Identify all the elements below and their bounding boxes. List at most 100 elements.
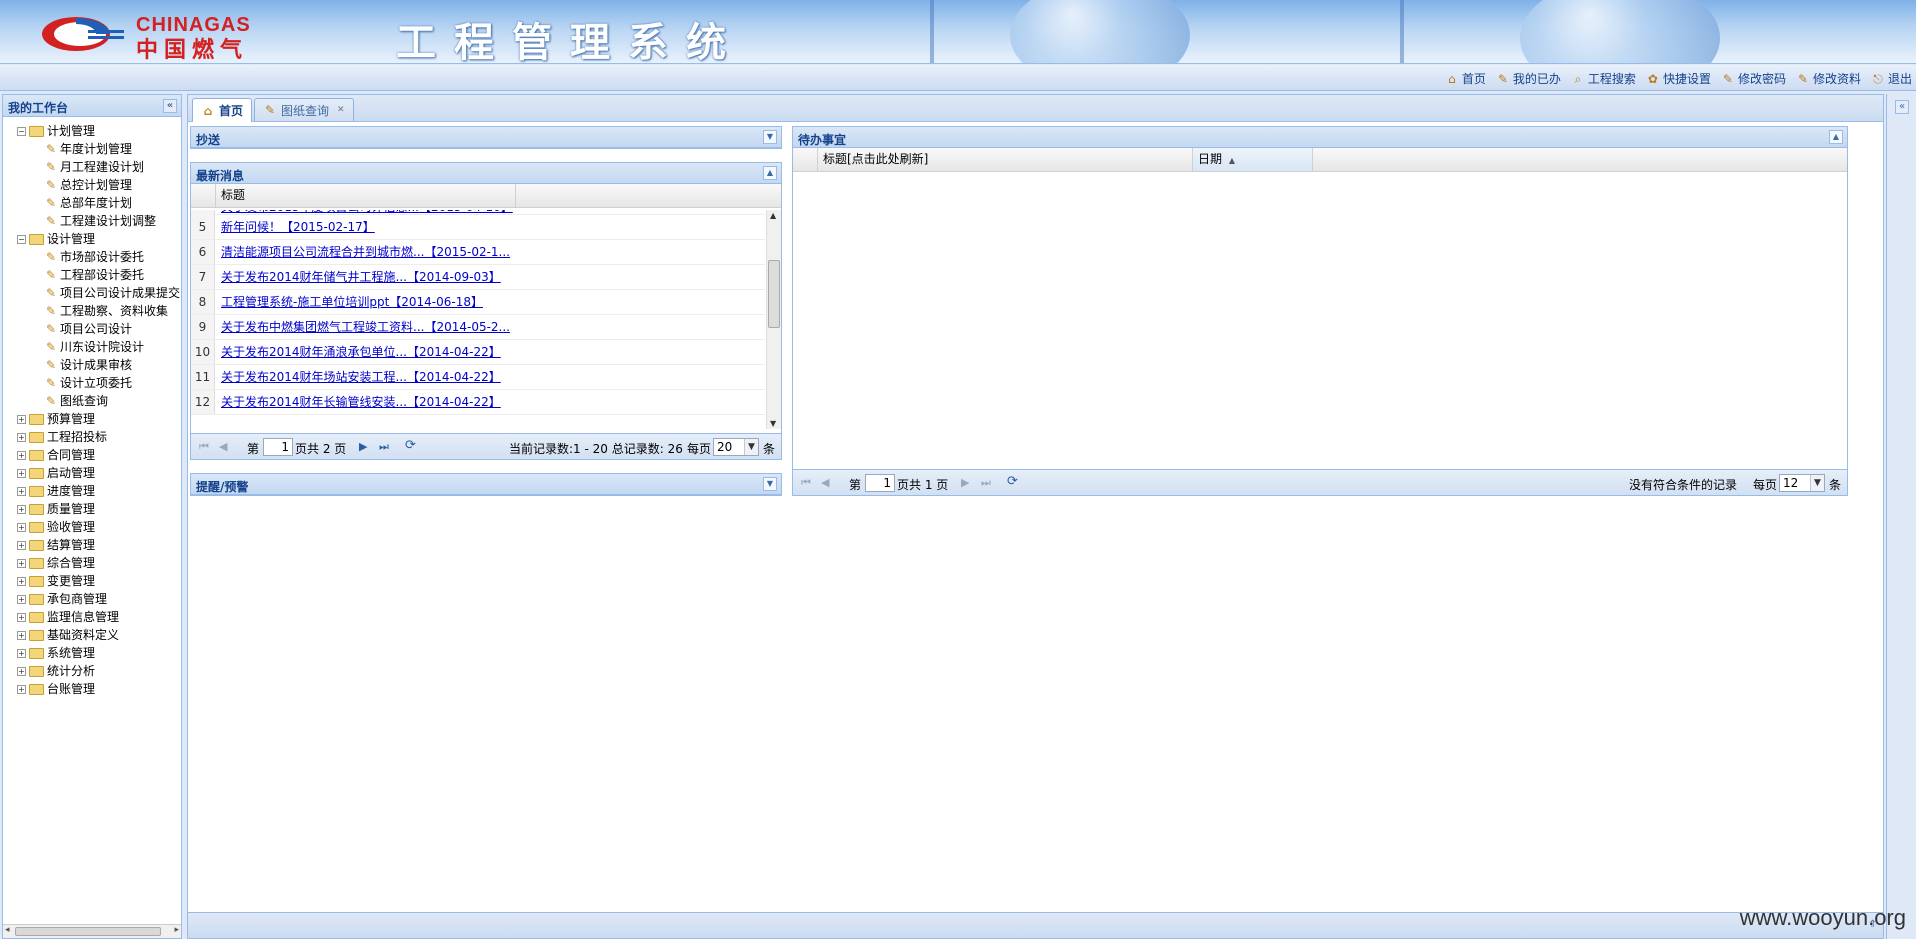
tree-node[interactable]: + 启动管理 [17, 464, 181, 482]
page-input[interactable]: 1 [263, 438, 293, 456]
news-title-link[interactable]: 关于发布中燃集团燃气工程竣工资料...【2014-05-2... [221, 315, 510, 339]
collapse-left-icon[interactable]: « [163, 99, 177, 113]
expand-node-icon[interactable]: + [17, 414, 26, 424]
tree-leaf[interactable]: ✎ 工程部设计委托 [17, 266, 181, 284]
scroll-down-icon[interactable]: ▼ [770, 419, 776, 428]
tree-node[interactable]: + 进度管理 [17, 482, 181, 500]
tree-node[interactable]: + 基础资料定义 [17, 626, 181, 644]
next-page-icon[interactable]: ▶ [961, 476, 969, 489]
last-page-icon[interactable]: ⏭ [379, 440, 389, 454]
per-page-select[interactable]: 12 ▼ [1779, 474, 1825, 492]
close-tab-icon[interactable]: ✕ [337, 105, 345, 115]
expand-icon[interactable]: ▼ [763, 477, 777, 491]
news-title-link[interactable]: 关于发布2014财年长输管线安装...【2014-04-22】 [221, 390, 501, 414]
toplink-6[interactable]: ⎋ 退出 [1871, 70, 1912, 87]
prev-page-icon[interactable]: ◀ [821, 476, 829, 489]
refresh-icon[interactable]: ⟳ [1007, 474, 1018, 489]
tree-node[interactable]: + 统计分析 [17, 662, 181, 680]
tree-node[interactable]: − 计划管理 [17, 122, 181, 140]
scroll-right-icon[interactable]: ▸ [174, 925, 179, 935]
column-date[interactable]: 日期 ▲ [1193, 148, 1313, 171]
next-page-icon[interactable]: ▶ [359, 440, 367, 453]
tree-leaf[interactable]: ✎ 设计成果审核 [17, 356, 181, 374]
tree-node[interactable]: − 设计管理 [17, 230, 181, 248]
expand-node-icon[interactable]: + [17, 540, 26, 550]
south-collapsed-bar[interactable]: ⇑ [188, 912, 1883, 938]
expand-node-icon[interactable]: + [17, 558, 26, 568]
scrollbar-thumb[interactable] [768, 260, 780, 328]
scroll-left-icon[interactable]: ◂ [5, 925, 10, 935]
toplink-1[interactable]: ✎ 我的已办 [1496, 70, 1561, 87]
toplink-4[interactable]: ✎ 修改密码 [1721, 70, 1786, 87]
tree-leaf[interactable]: ✎ 项目公司设计 [17, 320, 181, 338]
prev-page-icon[interactable]: ◀ [219, 440, 227, 453]
refresh-icon[interactable]: ⟳ [405, 438, 416, 453]
tree-node[interactable]: + 综合管理 [17, 554, 181, 572]
tab-drawing-query[interactable]: ✎ 图纸查询 ✕ [254, 98, 354, 121]
tree-node[interactable]: + 验收管理 [17, 518, 181, 536]
first-page-icon[interactable]: ⏮ [801, 476, 811, 490]
collapse-node-icon[interactable]: − [17, 234, 26, 244]
news-title-link[interactable]: 关于发布2014财年储气井工程施...【2014-09-03】 [221, 265, 501, 289]
expand-node-icon[interactable]: + [17, 684, 26, 694]
tree-node[interactable]: + 工程招投标 [17, 428, 181, 446]
expand-left-icon[interactable]: « [1895, 100, 1909, 114]
tree-node[interactable]: + 监理信息管理 [17, 608, 181, 626]
per-page-select[interactable]: 20 ▼ [713, 438, 759, 456]
toplink-0[interactable]: ⌂ 首页 [1445, 70, 1486, 87]
tree-leaf[interactable]: ✎ 工程勘察、资料收集 [17, 302, 181, 320]
expand-node-icon[interactable]: + [17, 450, 26, 460]
tree-leaf[interactable]: ✎ 图纸查询 [17, 392, 181, 410]
expand-node-icon[interactable]: + [17, 432, 26, 442]
tree-leaf[interactable]: ✎ 项目公司设计成果提交 [17, 284, 181, 302]
tree-leaf[interactable]: ✎ 川东设计院设计 [17, 338, 181, 356]
expand-node-icon[interactable]: + [17, 576, 26, 586]
chevron-down-icon[interactable]: ▼ [744, 439, 758, 455]
news-vscrollbar[interactable]: ▲ ▼ [766, 210, 781, 429]
table-row[interactable]: 10 关于发布2014财年涌浪承包单位...【2014-04-22】 [191, 340, 765, 365]
expand-node-icon[interactable]: + [17, 666, 26, 676]
scroll-up-icon[interactable]: ▲ [770, 211, 776, 220]
table-row[interactable]: 11 关于发布2014财年场站安装工程...【2014-04-22】 [191, 365, 765, 390]
column-title[interactable]: 标题 [216, 184, 516, 207]
expand-node-icon[interactable]: + [17, 486, 26, 496]
tree-leaf[interactable]: ✎ 月工程建设计划 [17, 158, 181, 176]
collapse-icon[interactable]: ▲ [1829, 130, 1843, 144]
tree-node[interactable]: + 质量管理 [17, 500, 181, 518]
tree-leaf[interactable]: ✎ 市场部设计委托 [17, 248, 181, 266]
tab-home[interactable]: ⌂ 首页 [192, 98, 253, 122]
first-page-icon[interactable]: ⏮ [199, 440, 209, 454]
toplink-5[interactable]: ✎ 修改资料 [1796, 70, 1861, 87]
expand-node-icon[interactable]: + [17, 612, 26, 622]
tree-node[interactable]: + 台账管理 [17, 680, 181, 698]
toplink-3[interactable]: ✿ 快捷设置 [1646, 70, 1711, 87]
sidebar-hscrollbar[interactable]: ◂ ▸ [3, 924, 181, 938]
tree-node[interactable]: + 变更管理 [17, 572, 181, 590]
collapse-icon[interactable]: ▲ [763, 166, 777, 180]
expand-node-icon[interactable]: + [17, 522, 26, 532]
last-page-icon[interactable]: ⏭ [981, 476, 991, 490]
news-title-link[interactable]: 新年问候！【2015-02-17】 [221, 215, 375, 239]
table-row[interactable]: 9 关于发布中燃集团燃气工程竣工资料...【2014-05-2... [191, 315, 765, 340]
tree-leaf[interactable]: ✎ 总部年度计划 [17, 194, 181, 212]
tree-node[interactable]: + 承包商管理 [17, 590, 181, 608]
tree-node[interactable]: + 预算管理 [17, 410, 181, 428]
news-title-link[interactable]: 关于发布2014财年场站安装工程...【2014-04-22】 [221, 365, 501, 389]
expand-node-icon[interactable]: + [17, 630, 26, 640]
table-row[interactable]: 8 工程管理系统-施工单位培训ppt【2014-06-18】 [191, 290, 765, 315]
column-title-refresh[interactable]: 标题[点击此处刷新] [818, 148, 1193, 171]
page-input[interactable]: 1 [865, 474, 895, 492]
tree-node[interactable]: + 合同管理 [17, 446, 181, 464]
expand-node-icon[interactable]: + [17, 468, 26, 478]
table-row[interactable]: 7 关于发布2014财年储气井工程施...【2014-09-03】 [191, 265, 765, 290]
expand-node-icon[interactable]: + [17, 504, 26, 514]
expand-node-icon[interactable]: + [17, 594, 26, 604]
collapse-node-icon[interactable]: − [17, 126, 26, 136]
news-title-link[interactable]: 关于发布2014财年涌浪承包单位...【2014-04-22】 [221, 340, 501, 364]
tree-node[interactable]: + 系统管理 [17, 644, 181, 662]
table-row[interactable]: 12 关于发布2014财年长输管线安装...【2014-04-22】 [191, 390, 765, 415]
news-title-link[interactable]: 工程管理系统-施工单位培训ppt【2014-06-18】 [221, 290, 483, 314]
table-row[interactable]: 5 新年问候！【2015-02-17】 [191, 215, 765, 240]
news-title-link[interactable]: 清洁能源项目公司流程合并到城市燃...【2015-02-1... [221, 240, 510, 264]
toplink-2[interactable]: ⌕ 工程搜索 [1571, 70, 1636, 87]
